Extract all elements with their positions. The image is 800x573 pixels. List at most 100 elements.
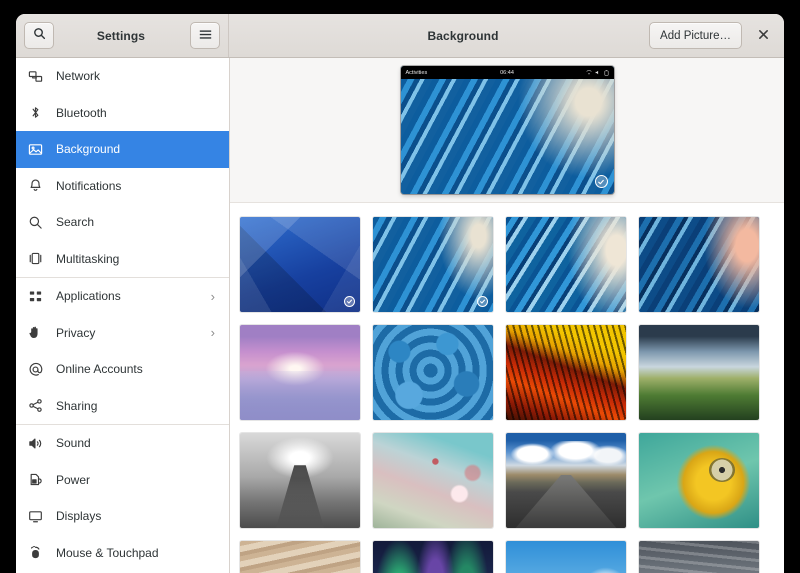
background-panel: Activities 06:44 <box>230 58 784 573</box>
apps-grid-icon <box>28 289 50 304</box>
sidebar-item-applications[interactable]: Applications› <box>16 278 229 315</box>
wallpaper-grid <box>230 203 784 573</box>
share-icon <box>28 398 50 413</box>
sidebar-item-network[interactable]: Network <box>16 58 229 95</box>
wallpaper-thumbnail-desert-road[interactable] <box>506 433 626 528</box>
hamburger-menu-icon <box>199 27 212 45</box>
wallpaper-art <box>639 541 759 573</box>
wallpaper-art <box>240 541 360 573</box>
wallpaper-art <box>506 433 626 528</box>
check-icon <box>346 298 353 305</box>
wallpaper-thumbnail-blue-rings[interactable] <box>373 325 493 420</box>
search-icon <box>33 27 46 45</box>
sidebar-item-multitasking[interactable]: Multitasking <box>16 241 229 278</box>
sidebar-item-label: Notifications <box>50 179 217 193</box>
sidebar-item-bluetooth[interactable]: Bluetooth <box>16 95 229 132</box>
multitasking-icon <box>28 251 50 266</box>
speaker-icon <box>28 436 50 451</box>
sidebar-item-sound[interactable]: Sound <box>16 425 229 462</box>
bluetooth-icon <box>28 105 50 120</box>
sidebar-item-privacy[interactable]: Privacy› <box>16 315 229 352</box>
sidebar-item-label: Power <box>50 473 217 487</box>
battery-icon <box>604 70 609 76</box>
wallpaper-thumbnail-yellow-frog[interactable] <box>639 433 759 528</box>
sidebar-item-notifications[interactable]: Notifications <box>16 168 229 205</box>
sidebar-item-label: Displays <box>50 509 217 523</box>
sidebar-item-label: Network <box>50 69 217 83</box>
wallpaper-thumbnail-blue-marble-peach[interactable] <box>639 217 759 312</box>
bell-icon <box>28 178 50 193</box>
wallpaper-thumbnail-aurora[interactable] <box>373 541 493 573</box>
settings-window: Settings Background Add Picture… <box>16 14 784 573</box>
search-icon <box>28 215 50 230</box>
sidebar-item-power[interactable]: Power <box>16 462 229 499</box>
sidebar-item-label: Online Accounts <box>50 362 217 376</box>
preview-wallpaper <box>401 79 614 194</box>
background-icon <box>28 142 50 157</box>
wallpaper-art <box>639 217 759 312</box>
header-bar: Settings Background Add Picture… <box>16 14 784 58</box>
check-icon <box>479 298 486 305</box>
sidebar-item-displays[interactable]: Displays <box>16 498 229 535</box>
wallpaper-thumbnail-blue-marble-light[interactable] <box>373 217 493 312</box>
volume-icon <box>595 70 601 75</box>
wallpaper-art <box>639 433 759 528</box>
wifi-icon <box>586 70 592 75</box>
wallpaper-art <box>506 325 626 420</box>
wallpaper-thumbnail-green-field[interactable] <box>639 325 759 420</box>
wallpaper-preview-area: Activities 06:44 <box>230 58 784 203</box>
window-body: Network Bluetooth Background Notifications S… <box>16 58 784 573</box>
wallpaper-art <box>240 325 360 420</box>
wallpaper-thumbnail-blue-marble-mid[interactable] <box>506 217 626 312</box>
sidebar-item-label: Applications <box>50 289 211 303</box>
sidebar-item-online-accounts[interactable]: Online Accounts <box>16 351 229 388</box>
preview-clock: 06:44 <box>401 70 614 76</box>
main-menu-button[interactable] <box>190 22 220 49</box>
wallpaper-art <box>506 541 626 573</box>
wallpaper-art <box>373 433 493 528</box>
selected-check-badge <box>477 296 488 307</box>
sidebar-item-mouse-touchpad[interactable]: Mouse & Touchpad <box>16 535 229 572</box>
sidebar-item-sharing[interactable]: Sharing <box>16 388 229 425</box>
power-battery-icon <box>28 472 50 487</box>
wallpaper-art <box>373 541 493 573</box>
sidebar-item-label: Mouse & Touchpad <box>50 546 217 560</box>
sidebar-item-label: Privacy <box>50 326 211 340</box>
wallpaper-thumbnail-blue-geometric[interactable] <box>240 217 360 312</box>
sidebar-item-label: Sharing <box>50 399 217 413</box>
sidebar-item-background[interactable]: Background <box>16 131 229 168</box>
chevron-right-icon: › <box>211 325 217 340</box>
chevron-right-icon: › <box>211 289 217 304</box>
wallpaper-art <box>506 217 626 312</box>
header-right: Background Add Picture… <box>229 14 784 57</box>
search-button[interactable] <box>24 22 54 49</box>
sidebar-item-label: Multitasking <box>50 252 217 266</box>
preview-selected-badge <box>595 175 608 188</box>
desktop-preview: Activities 06:44 <box>401 66 614 194</box>
wallpaper-thumbnail-cherry-blossom[interactable] <box>373 433 493 528</box>
close-button[interactable] <box>750 23 776 49</box>
app-title: Settings <box>52 29 190 43</box>
wallpaper-art <box>373 325 493 420</box>
page-title: Background <box>277 29 649 43</box>
wallpaper-thumbnail-gray-overcast[interactable] <box>639 541 759 573</box>
sidebar-item-label: Search <box>50 215 217 229</box>
wallpaper-grid-scroll[interactable] <box>230 203 784 573</box>
selected-check-badge <box>344 296 355 307</box>
sidebar-item-label: Background <box>50 142 217 156</box>
add-picture-button[interactable]: Add Picture… <box>649 22 742 49</box>
at-sign-icon <box>28 362 50 377</box>
wallpaper-art <box>639 325 759 420</box>
close-icon <box>758 28 769 43</box>
preview-top-bar: Activities 06:44 <box>401 66 614 79</box>
wallpaper-thumbnail-sand-dunes[interactable] <box>240 541 360 573</box>
wallpaper-art <box>373 217 493 312</box>
wallpaper-thumbnail-foggy-pier[interactable] <box>240 433 360 528</box>
wallpaper-thumbnail-fire-abstract[interactable] <box>506 325 626 420</box>
sidebar[interactable]: Network Bluetooth Background Notifications S… <box>16 58 230 573</box>
monitor-icon <box>28 509 50 524</box>
wallpaper-thumbnail-blue-sky-clouds[interactable] <box>506 541 626 573</box>
sidebar-item-search[interactable]: Search <box>16 204 229 241</box>
header-left: Settings <box>16 14 229 57</box>
wallpaper-thumbnail-winter-sunset[interactable] <box>240 325 360 420</box>
